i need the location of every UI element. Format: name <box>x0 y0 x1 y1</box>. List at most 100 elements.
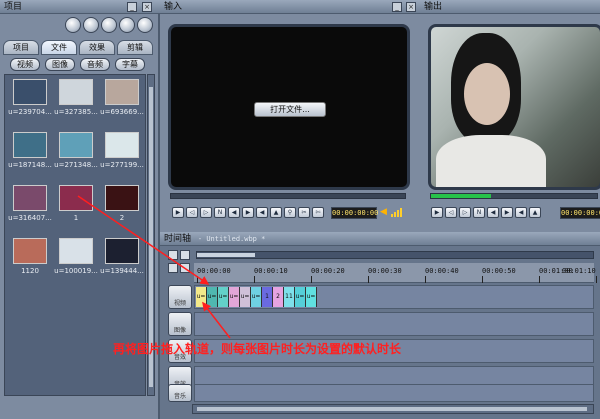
output-eject-icon[interactable]: ▲ <box>529 207 541 218</box>
timeline-clip[interactable]: u= <box>229 287 240 307</box>
timeline-tick <box>311 276 312 283</box>
media-thumbnail[interactable] <box>13 185 47 211</box>
input-prev-icon[interactable]: ◀ <box>228 207 240 218</box>
timeline-tick <box>425 276 426 283</box>
media-thumbnail[interactable] <box>59 185 93 211</box>
tab-clips[interactable]: 剪辑 <box>117 40 153 55</box>
output-prev-icon[interactable]: ◀ <box>487 207 499 218</box>
timeline-tick <box>368 276 369 283</box>
output-progress-bar[interactable] <box>430 193 598 199</box>
media-label: u=239704... <box>8 108 52 116</box>
timeline-snap-icon[interactable] <box>168 263 178 273</box>
tutorial-annotation: 再将图片拖入轨道，则每张图片时长为设置的默认时长 <box>113 342 402 356</box>
input-minimize-icon[interactable]: _ <box>392 2 402 12</box>
timeline-tick-label: 00:00:20 <box>311 267 345 275</box>
timeline-tick-label: 00:00:40 <box>425 267 459 275</box>
filter-image-button[interactable]: 图像 <box>45 58 75 71</box>
media-thumbnail[interactable] <box>105 238 139 264</box>
timeline-title-bar: 时间轴 - Untitled.wbp * <box>160 232 600 246</box>
project-panel: 项目 _ × 项目 文件 效果 剪辑 视频 图像 音频 字幕 u=239704.… <box>0 0 160 419</box>
timeline-tick-label: 00:00:30 <box>368 267 402 275</box>
link-button[interactable] <box>101 17 117 33</box>
media-label: u=187148... <box>8 161 52 169</box>
media-label: u=693669... <box>100 108 144 116</box>
delete-button[interactable] <box>137 17 153 33</box>
import-button[interactable] <box>83 17 99 33</box>
new-folder-button[interactable] <box>65 17 81 33</box>
media-thumbnail[interactable] <box>59 79 93 105</box>
input-close-icon[interactable]: × <box>406 2 416 12</box>
timeline-tick-label: 00:01:10 <box>562 267 596 275</box>
timeline-horizontal-scrollbar[interactable] <box>192 404 594 414</box>
media-thumbnail[interactable] <box>105 132 139 158</box>
timeline-tool-icon[interactable] <box>168 250 178 260</box>
volume-level-icon[interactable] <box>391 207 407 217</box>
timeline-clip[interactable]: u= <box>295 287 306 307</box>
input-snapshot-icon[interactable]: ⚲ <box>284 207 296 218</box>
input-eject-icon[interactable]: ▲ <box>270 207 282 218</box>
input-cut-icon[interactable]: ✂ <box>298 207 310 218</box>
minimize-icon[interactable]: _ <box>127 2 137 12</box>
output-play-icon[interactable]: ▶ <box>431 207 443 218</box>
output-step-forward-icon[interactable]: ▷ <box>459 207 471 218</box>
media-label: u=327385... <box>54 108 98 116</box>
timeline-tick <box>254 276 255 283</box>
input-mark-in-icon[interactable]: N <box>214 207 226 218</box>
preview-shoulders <box>436 135 546 187</box>
settings-button[interactable] <box>119 17 135 33</box>
input-rewind-icon[interactable]: ◀ <box>256 207 268 218</box>
close-icon[interactable]: × <box>142 2 152 12</box>
input-step-back-icon[interactable]: ◁ <box>186 207 198 218</box>
timeline-tick <box>596 276 597 283</box>
input-step-forward-icon[interactable]: ▷ <box>200 207 212 218</box>
media-label: u=139444... <box>100 267 144 275</box>
media-thumbnail[interactable] <box>59 132 93 158</box>
media-label: 2 <box>119 214 125 222</box>
timeline-zoom-icon[interactable] <box>180 250 190 260</box>
media-thumbnail[interactable] <box>105 185 139 211</box>
filter-audio-button[interactable]: 音频 <box>80 58 110 71</box>
volume-icon[interactable]: ◀ <box>380 207 388 217</box>
media-thumbnail[interactable] <box>13 79 47 105</box>
media-thumbnail[interactable] <box>59 238 93 264</box>
output-step-back-icon[interactable]: ◁ <box>445 207 457 218</box>
filter-subtitle-button[interactable]: 字幕 <box>115 58 145 71</box>
timeline-clip[interactable]: 11 <box>284 287 295 307</box>
music-track[interactable] <box>194 384 594 402</box>
timeline-clip[interactable]: u= <box>196 287 207 307</box>
input-trim-icon[interactable]: ✄ <box>312 207 324 218</box>
input-play-icon[interactable]: ▶ <box>172 207 184 218</box>
output-rewind-icon[interactable]: ◀ <box>515 207 527 218</box>
video-track-header[interactable]: 视频 <box>168 285 192 309</box>
media-label: 1120 <box>21 267 39 275</box>
image-track-header[interactable]: 图像 <box>168 312 192 336</box>
timeline-clip[interactable]: u= <box>240 287 251 307</box>
open-file-button[interactable]: 打开文件... <box>254 102 326 117</box>
tab-files[interactable]: 文件 <box>41 40 77 55</box>
timeline-clip[interactable]: 1 <box>262 287 273 307</box>
input-next-icon[interactable]: ▶ <box>242 207 254 218</box>
timeline-clip[interactable]: 2 <box>273 287 284 307</box>
timeline-split-icon[interactable] <box>180 263 190 273</box>
timeline-clip[interactable]: u= <box>207 287 218 307</box>
output-next-icon[interactable]: ▶ <box>501 207 513 218</box>
media-thumbnail[interactable] <box>13 238 47 264</box>
timeline-clip[interactable]: u= <box>306 287 317 307</box>
timeline-clip[interactable]: u= <box>251 287 262 307</box>
timeline-tick <box>482 276 483 283</box>
timeline-zoom-slider[interactable] <box>196 251 594 259</box>
media-thumbnail[interactable] <box>105 79 139 105</box>
media-label: 1 <box>73 214 79 222</box>
input-progress-bar[interactable] <box>170 193 406 199</box>
filter-video-button[interactable]: 视频 <box>10 58 40 71</box>
tab-effects[interactable]: 效果 <box>79 40 115 55</box>
output-mark-in-icon[interactable]: N <box>473 207 485 218</box>
input-timecode: 00:00:00:00 <box>331 207 379 219</box>
tab-project[interactable]: 项目 <box>3 40 39 55</box>
media-label: u=271348... <box>54 161 98 169</box>
timeline-clip[interactable]: u= <box>218 287 229 307</box>
music-track-header[interactable]: 音乐 <box>168 384 192 402</box>
media-label: u=100019... <box>54 267 98 275</box>
image-track[interactable] <box>194 312 594 336</box>
media-thumbnail[interactable] <box>13 132 47 158</box>
